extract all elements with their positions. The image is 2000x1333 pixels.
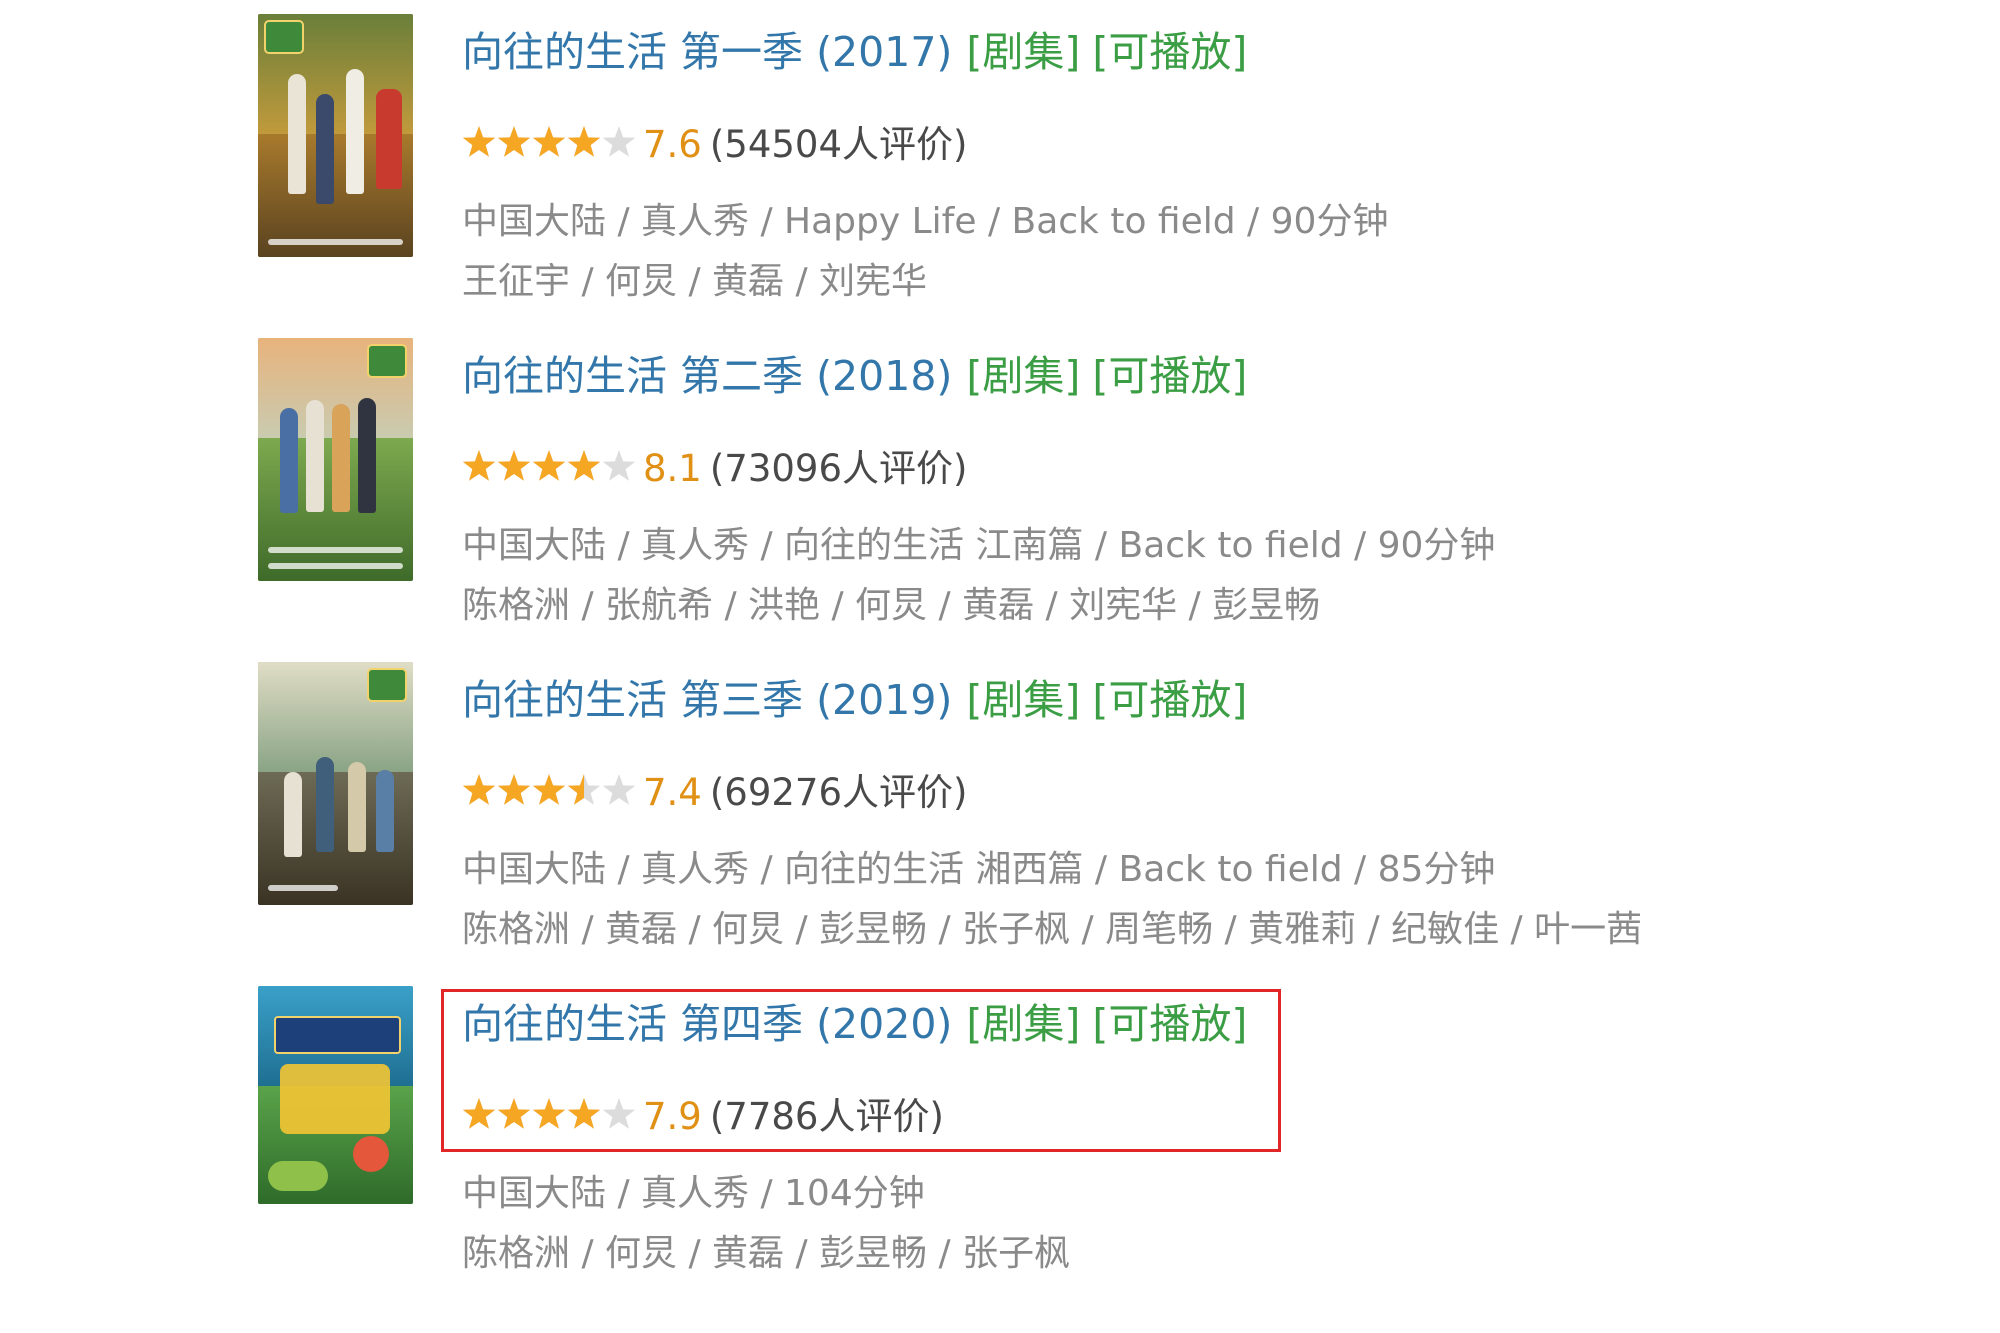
rating-score: 7.6 xyxy=(643,123,702,166)
star-filled xyxy=(567,450,601,481)
search-results-list: 向往的生活 第一季 (2017) [剧集] [可播放] 7.6 (54504人评价) … xyxy=(0,0,2000,1333)
cast-list: 王征宇 / 何炅 / 黄磊 / 刘宪华 xyxy=(462,261,928,302)
series-tag: [剧集] xyxy=(966,28,1081,76)
result-item: 向往的生活 第三季 (2019) [剧集] [可播放] 7.4 (69276人评价) … xyxy=(0,648,2000,968)
meta-info: 中国大陆 / 真人秀 / Happy Life / Back to field … xyxy=(462,201,1389,242)
title-row: 向往的生活 第二季 (2018) [剧集] [可播放] xyxy=(462,348,1247,404)
star-empty xyxy=(602,774,636,805)
star-filled xyxy=(462,450,496,481)
star-rating xyxy=(462,450,636,481)
result-item: 向往的生活 第一季 (2017) [剧集] [可播放] 7.6 (54504人评价) … xyxy=(0,0,2000,320)
playable-tag[interactable]: [可播放] xyxy=(1092,676,1247,724)
vote-count: (54504人评价) xyxy=(709,123,968,166)
result-item: 向往的生活 第二季 (2018) [剧集] [可播放] 8.1 (73096人评价) … xyxy=(0,324,2000,644)
result-title-link[interactable]: 向往的生活 第二季 (2018) xyxy=(462,352,952,400)
playable-tag[interactable]: [可播放] xyxy=(1092,28,1247,76)
star-rating xyxy=(462,126,636,157)
playable-tag[interactable]: [可播放] xyxy=(1092,352,1247,400)
highlight-box xyxy=(441,989,1281,1152)
series-tag: [剧集] xyxy=(966,676,1081,724)
rating-score: 7.4 xyxy=(643,771,702,814)
star-filled xyxy=(497,774,531,805)
poster-image[interactable] xyxy=(258,14,413,257)
result-title-link[interactable]: 向往的生活 第一季 (2017) xyxy=(462,28,952,76)
rating-row: 7.6 (54504人评价) xyxy=(462,120,967,170)
star-filled xyxy=(532,450,566,481)
result-title-link[interactable]: 向往的生活 第三季 (2019) xyxy=(462,676,952,724)
series-tag: [剧集] xyxy=(966,352,1081,400)
star-filled xyxy=(567,126,601,157)
rating-score: 8.1 xyxy=(643,447,702,490)
cast-list: 陈格洲 / 张航希 / 洪艳 / 何炅 / 黄磊 / 刘宪华 / 彭昱畅 xyxy=(462,585,1321,626)
poster-image[interactable] xyxy=(258,986,413,1204)
star-empty xyxy=(602,126,636,157)
star-filled xyxy=(532,126,566,157)
rating-row: 8.1 (73096人评价) xyxy=(462,444,967,494)
poster-image[interactable] xyxy=(258,338,413,581)
vote-count: (69276人评价) xyxy=(709,771,968,814)
cast-list: 陈格洲 / 何炅 / 黄磊 / 彭昱畅 / 张子枫 xyxy=(462,1233,1071,1274)
star-empty xyxy=(602,450,636,481)
star-filled xyxy=(497,450,531,481)
star-filled xyxy=(462,126,496,157)
star-filled xyxy=(497,126,531,157)
poster-image[interactable] xyxy=(258,662,413,905)
title-row: 向往的生活 第三季 (2019) [剧集] [可播放] xyxy=(462,672,1247,728)
meta-info: 中国大陆 / 真人秀 / 104分钟 xyxy=(462,1173,925,1214)
rating-row: 7.4 (69276人评价) xyxy=(462,768,967,818)
cast-list: 陈格洲 / 黄磊 / 何炅 / 彭昱畅 / 张子枫 / 周笔畅 / 黄雅莉 / … xyxy=(462,909,1643,950)
vote-count: (73096人评价) xyxy=(709,447,968,490)
meta-info: 中国大陆 / 真人秀 / 向往的生活 湘西篇 / Back to field /… xyxy=(462,849,1496,890)
title-row: 向往的生活 第一季 (2017) [剧集] [可播放] xyxy=(462,24,1247,80)
star-filled xyxy=(462,774,496,805)
meta-info: 中国大陆 / 真人秀 / 向往的生活 江南篇 / Back to field /… xyxy=(462,525,1496,566)
star-rating xyxy=(462,774,636,805)
star-filled xyxy=(532,774,566,805)
